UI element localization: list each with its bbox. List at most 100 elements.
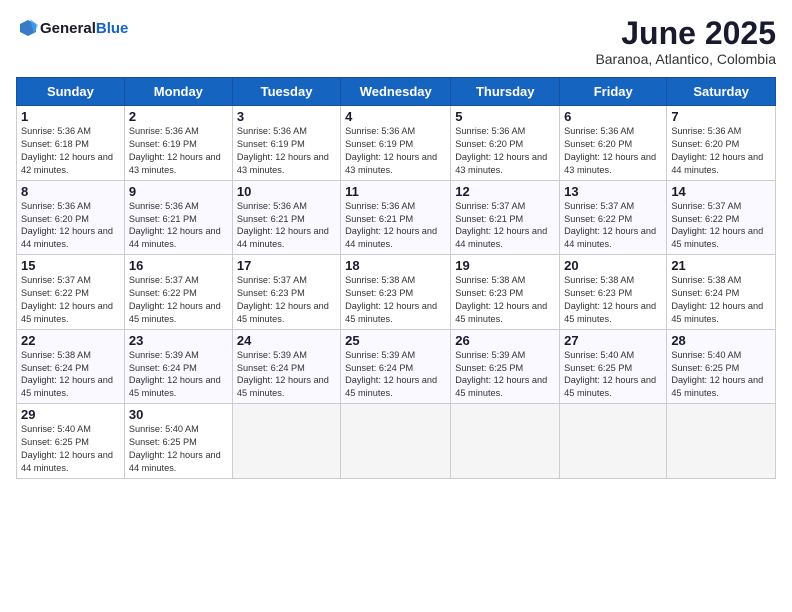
day-info: Sunrise: 5:36 AMSunset: 6:19 PMDaylight:… — [345, 125, 446, 177]
day-info: Sunrise: 5:38 AMSunset: 6:24 PMDaylight:… — [671, 274, 771, 326]
day-info: Sunrise: 5:38 AMSunset: 6:24 PMDaylight:… — [21, 349, 120, 401]
day-number: 1 — [21, 109, 120, 124]
day-info: Sunrise: 5:37 AMSunset: 6:22 PMDaylight:… — [564, 200, 662, 252]
day-info: Sunrise: 5:36 AMSunset: 6:20 PMDaylight:… — [671, 125, 771, 177]
day-info: Sunrise: 5:36 AMSunset: 6:21 PMDaylight:… — [345, 200, 446, 252]
day-number: 10 — [237, 184, 336, 199]
day-number: 2 — [129, 109, 228, 124]
day-number: 7 — [671, 109, 771, 124]
day-info: Sunrise: 5:38 AMSunset: 6:23 PMDaylight:… — [345, 274, 446, 326]
day-number: 18 — [345, 258, 446, 273]
day-info: Sunrise: 5:38 AMSunset: 6:23 PMDaylight:… — [564, 274, 662, 326]
calendar-week-4: 22Sunrise: 5:38 AMSunset: 6:24 PMDayligh… — [17, 329, 776, 404]
calendar-cell: 29Sunrise: 5:40 AMSunset: 6:25 PMDayligh… — [17, 404, 125, 479]
calendar-cell: 9Sunrise: 5:36 AMSunset: 6:21 PMDaylight… — [124, 180, 232, 255]
calendar-cell: 19Sunrise: 5:38 AMSunset: 6:23 PMDayligh… — [451, 255, 560, 330]
calendar-cell: 7Sunrise: 5:36 AMSunset: 6:20 PMDaylight… — [667, 106, 776, 181]
day-info: Sunrise: 5:37 AMSunset: 6:22 PMDaylight:… — [671, 200, 771, 252]
logo-icon — [16, 16, 40, 40]
day-info: Sunrise: 5:36 AMSunset: 6:18 PMDaylight:… — [21, 125, 120, 177]
calendar-header-tuesday: Tuesday — [232, 78, 340, 106]
day-number: 30 — [129, 407, 228, 422]
calendar-header-thursday: Thursday — [451, 78, 560, 106]
day-info: Sunrise: 5:36 AMSunset: 6:20 PMDaylight:… — [564, 125, 662, 177]
calendar-cell — [341, 404, 451, 479]
day-number: 27 — [564, 333, 662, 348]
calendar-cell: 13Sunrise: 5:37 AMSunset: 6:22 PMDayligh… — [560, 180, 667, 255]
day-info: Sunrise: 5:36 AMSunset: 6:19 PMDaylight:… — [129, 125, 228, 177]
day-number: 3 — [237, 109, 336, 124]
day-info: Sunrise: 5:40 AMSunset: 6:25 PMDaylight:… — [564, 349, 662, 401]
day-number: 21 — [671, 258, 771, 273]
calendar-cell: 22Sunrise: 5:38 AMSunset: 6:24 PMDayligh… — [17, 329, 125, 404]
title-area: June 2025 Baranoa, Atlantico, Colombia — [595, 16, 776, 67]
calendar-cell — [667, 404, 776, 479]
calendar-cell: 23Sunrise: 5:39 AMSunset: 6:24 PMDayligh… — [124, 329, 232, 404]
day-number: 4 — [345, 109, 446, 124]
calendar-header-friday: Friday — [560, 78, 667, 106]
day-info: Sunrise: 5:40 AMSunset: 6:25 PMDaylight:… — [129, 423, 228, 475]
day-number: 9 — [129, 184, 228, 199]
calendar-cell: 24Sunrise: 5:39 AMSunset: 6:24 PMDayligh… — [232, 329, 340, 404]
day-info: Sunrise: 5:40 AMSunset: 6:25 PMDaylight:… — [671, 349, 771, 401]
day-number: 22 — [21, 333, 120, 348]
day-number: 29 — [21, 407, 120, 422]
calendar-cell — [560, 404, 667, 479]
calendar-cell: 3Sunrise: 5:36 AMSunset: 6:19 PMDaylight… — [232, 106, 340, 181]
calendar-cell: 28Sunrise: 5:40 AMSunset: 6:25 PMDayligh… — [667, 329, 776, 404]
logo: GeneralBlue — [16, 16, 128, 40]
day-number: 17 — [237, 258, 336, 273]
header: GeneralBlue June 2025 Baranoa, Atlantico… — [16, 16, 776, 67]
day-number: 12 — [455, 184, 555, 199]
day-info: Sunrise: 5:37 AMSunset: 6:23 PMDaylight:… — [237, 274, 336, 326]
calendar-subtitle: Baranoa, Atlantico, Colombia — [595, 51, 776, 67]
calendar-cell — [451, 404, 560, 479]
calendar-cell: 16Sunrise: 5:37 AMSunset: 6:22 PMDayligh… — [124, 255, 232, 330]
day-number: 11 — [345, 184, 446, 199]
day-number: 15 — [21, 258, 120, 273]
calendar-week-1: 1Sunrise: 5:36 AMSunset: 6:18 PMDaylight… — [17, 106, 776, 181]
day-info: Sunrise: 5:36 AMSunset: 6:21 PMDaylight:… — [237, 200, 336, 252]
logo-blue: Blue — [96, 20, 129, 37]
day-info: Sunrise: 5:37 AMSunset: 6:22 PMDaylight:… — [129, 274, 228, 326]
calendar-cell: 2Sunrise: 5:36 AMSunset: 6:19 PMDaylight… — [124, 106, 232, 181]
day-info: Sunrise: 5:36 AMSunset: 6:20 PMDaylight:… — [21, 200, 120, 252]
day-number: 24 — [237, 333, 336, 348]
calendar-cell: 12Sunrise: 5:37 AMSunset: 6:21 PMDayligh… — [451, 180, 560, 255]
calendar-week-2: 8Sunrise: 5:36 AMSunset: 6:20 PMDaylight… — [17, 180, 776, 255]
day-number: 13 — [564, 184, 662, 199]
calendar-cell: 4Sunrise: 5:36 AMSunset: 6:19 PMDaylight… — [341, 106, 451, 181]
calendar-title: June 2025 — [595, 16, 776, 51]
calendar-cell: 10Sunrise: 5:36 AMSunset: 6:21 PMDayligh… — [232, 180, 340, 255]
day-info: Sunrise: 5:39 AMSunset: 6:24 PMDaylight:… — [345, 349, 446, 401]
calendar-header-monday: Monday — [124, 78, 232, 106]
calendar-cell — [232, 404, 340, 479]
calendar-header-wednesday: Wednesday — [341, 78, 451, 106]
day-info: Sunrise: 5:40 AMSunset: 6:25 PMDaylight:… — [21, 423, 120, 475]
calendar-header-row: SundayMondayTuesdayWednesdayThursdayFrid… — [17, 78, 776, 106]
day-info: Sunrise: 5:36 AMSunset: 6:21 PMDaylight:… — [129, 200, 228, 252]
day-info: Sunrise: 5:37 AMSunset: 6:22 PMDaylight:… — [21, 274, 120, 326]
calendar-cell: 26Sunrise: 5:39 AMSunset: 6:25 PMDayligh… — [451, 329, 560, 404]
calendar-header-sunday: Sunday — [17, 78, 125, 106]
day-number: 28 — [671, 333, 771, 348]
calendar-header-saturday: Saturday — [667, 78, 776, 106]
day-info: Sunrise: 5:38 AMSunset: 6:23 PMDaylight:… — [455, 274, 555, 326]
day-number: 25 — [345, 333, 446, 348]
day-number: 6 — [564, 109, 662, 124]
calendar-cell: 17Sunrise: 5:37 AMSunset: 6:23 PMDayligh… — [232, 255, 340, 330]
calendar-week-5: 29Sunrise: 5:40 AMSunset: 6:25 PMDayligh… — [17, 404, 776, 479]
day-number: 5 — [455, 109, 555, 124]
calendar-week-3: 15Sunrise: 5:37 AMSunset: 6:22 PMDayligh… — [17, 255, 776, 330]
calendar-cell: 6Sunrise: 5:36 AMSunset: 6:20 PMDaylight… — [560, 106, 667, 181]
calendar-cell: 8Sunrise: 5:36 AMSunset: 6:20 PMDaylight… — [17, 180, 125, 255]
day-number: 8 — [21, 184, 120, 199]
calendar-cell: 18Sunrise: 5:38 AMSunset: 6:23 PMDayligh… — [341, 255, 451, 330]
calendar-cell: 30Sunrise: 5:40 AMSunset: 6:25 PMDayligh… — [124, 404, 232, 479]
day-number: 16 — [129, 258, 228, 273]
day-number: 14 — [671, 184, 771, 199]
day-number: 26 — [455, 333, 555, 348]
day-info: Sunrise: 5:36 AMSunset: 6:20 PMDaylight:… — [455, 125, 555, 177]
day-info: Sunrise: 5:36 AMSunset: 6:19 PMDaylight:… — [237, 125, 336, 177]
calendar-cell: 14Sunrise: 5:37 AMSunset: 6:22 PMDayligh… — [667, 180, 776, 255]
